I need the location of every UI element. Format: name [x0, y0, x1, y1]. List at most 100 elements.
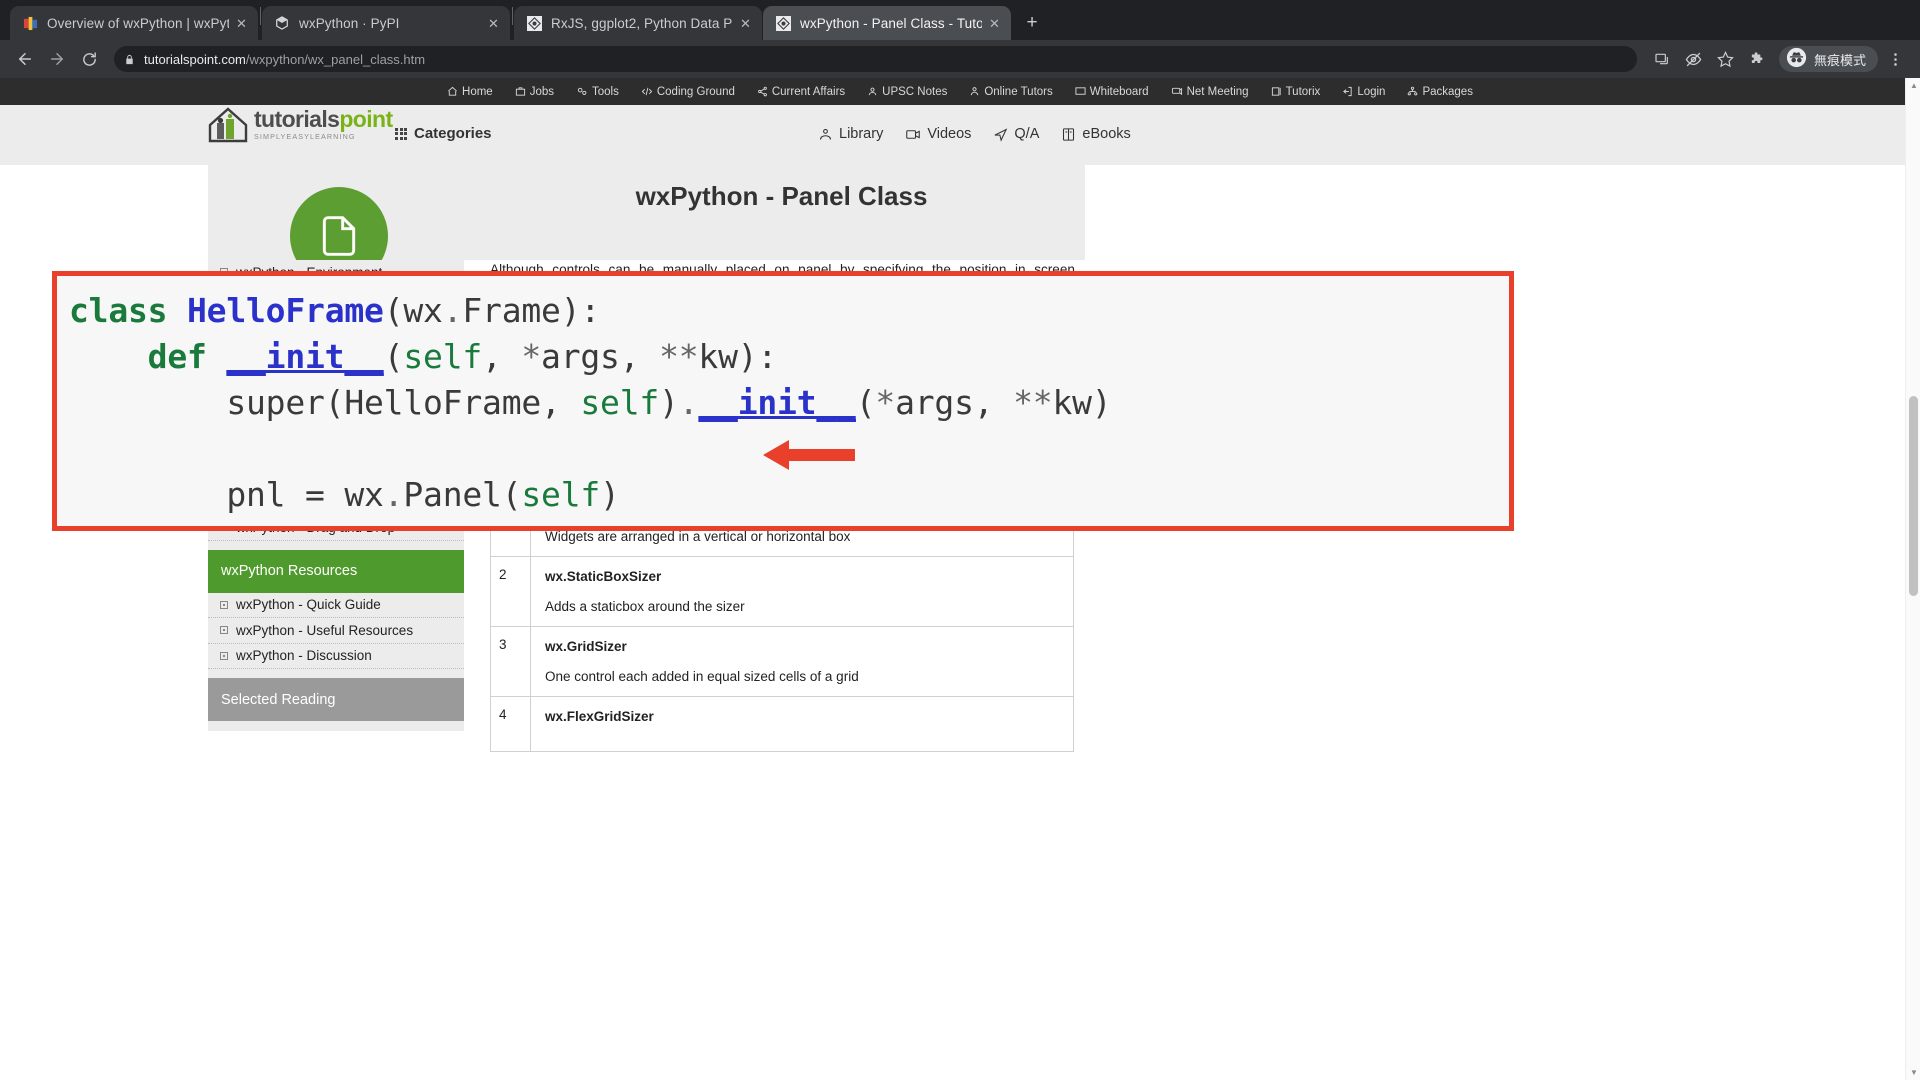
top-nav-item-label: Tools	[592, 85, 619, 98]
top-nav-item-online-tutors[interactable]: Online Tutors	[958, 86, 1063, 98]
gears-icon	[576, 86, 588, 97]
code-token: kw):	[698, 337, 778, 376]
top-nav-item-tutorix[interactable]: Tutorix	[1260, 86, 1332, 98]
code-line-4: pnl = wx.Panel(self)	[69, 472, 1509, 518]
close-icon[interactable]: ✕	[737, 15, 754, 32]
top-nav-item-whiteboard[interactable]: Whiteboard	[1064, 86, 1160, 98]
code-block: class HelloFrame(wx.Frame): def __init__…	[69, 288, 1509, 518]
header-link-label: Q/A	[1014, 126, 1040, 142]
tab-strip: Overview of wxPython | wxPyth ✕ wxPython…	[0, 0, 1920, 40]
tab-title: wxPython - Panel Class - Tutor	[800, 15, 982, 31]
top-nav-item-label: Packages	[1422, 85, 1473, 98]
top-nav-item-login[interactable]: Login	[1331, 86, 1396, 98]
incognito-indicator[interactable]: 無痕模式	[1778, 46, 1878, 72]
reload-icon[interactable]	[74, 44, 104, 74]
tab-divider	[512, 7, 513, 25]
code-token: *	[521, 337, 542, 376]
top-nav-item-home[interactable]: Home	[436, 86, 504, 98]
close-icon[interactable]: ✕	[986, 15, 1003, 32]
top-nav-item-label: Login	[1357, 85, 1386, 98]
header-link-library[interactable]: Library	[818, 126, 883, 142]
briefcase-icon	[515, 86, 526, 97]
sizer-name: wx.FlexGridSizer	[545, 708, 654, 724]
site-header: tutorialspoint SIMPLYEASYLEARNING Catego…	[0, 105, 1920, 242]
code-token: Panel(	[403, 475, 522, 514]
top-nav-item-jobs[interactable]: Jobs	[504, 86, 565, 98]
top-nav-item-label: Net Meeting	[1186, 85, 1249, 98]
close-icon[interactable]: ✕	[485, 15, 502, 32]
sizer-name: wx.GridSizer	[545, 638, 627, 654]
puzzle-icon[interactable]	[1743, 44, 1773, 74]
code-token: (	[383, 337, 404, 376]
categories-menu[interactable]: Categories	[395, 125, 492, 142]
tab-title: RxJS, ggplot2, Python Data Pe	[551, 15, 733, 31]
sizer-description: Adds a staticbox around the sizer	[545, 598, 745, 614]
sidebar-item-wxpython-quick-guide[interactable]: wxPython - Quick Guide	[208, 593, 464, 618]
code-line-1: def __init__(self, *args, **kw):	[69, 334, 1509, 380]
header-link-q-a[interactable]: Q/A	[993, 126, 1039, 142]
table-row: 4 wx.FlexGridSizer	[490, 695, 1074, 752]
pypi-icon	[274, 15, 290, 31]
top-nav-item-label: Home	[462, 85, 493, 98]
grid-icon	[395, 127, 407, 140]
library-icon	[818, 127, 833, 142]
top-nav-item-packages[interactable]: Packages	[1396, 86, 1484, 98]
url-text: tutorialspoint.com/wxpython/wx_panel_cla…	[144, 52, 425, 67]
logo-wordmark: tutorialspoint SIMPLYEASYLEARNING	[254, 105, 393, 140]
top-nav-item-upsc-notes[interactable]: UPSC Notes	[856, 86, 958, 98]
browser-tab-1[interactable]: wxPython · PyPI ✕	[262, 6, 510, 40]
home-icon	[447, 86, 458, 97]
browser-toolbar: tutorialspoint.com/wxpython/wx_panel_cla…	[0, 40, 1920, 78]
address-bar[interactable]: tutorialspoint.com/wxpython/wx_panel_cla…	[114, 46, 1637, 72]
three-dot-menu-icon[interactable]	[1880, 44, 1910, 74]
forward-arrow-icon[interactable]	[42, 44, 72, 74]
header-link-videos[interactable]: Videos	[905, 126, 971, 142]
table-cell-description: wx.FlexGridSizer	[530, 695, 1074, 752]
code-token: ,	[482, 337, 522, 376]
top-nav-item-coding-ground[interactable]: Coding Ground	[630, 86, 746, 98]
star-icon[interactable]	[1711, 44, 1741, 74]
cast-icon[interactable]	[1647, 44, 1677, 74]
eye-off-icon[interactable]	[1679, 44, 1709, 74]
browser-window: Overview of wxPython | wxPyth ✕ wxPython…	[0, 0, 1920, 1080]
tutorialspoint-icon	[775, 15, 791, 31]
page-scrollbar[interactable]: ▲ ▼	[1905, 78, 1920, 1080]
browser-tab-2[interactable]: RxJS, ggplot2, Python Data Pe ✕	[514, 6, 762, 40]
sidebar-item-wxpython-useful-resources[interactable]: wxPython - Useful Resources	[208, 618, 464, 644]
toolbar-right-group: 無痕模式	[1647, 44, 1910, 74]
board-icon	[1075, 86, 1086, 97]
sidebar-item-wxpython-discussion[interactable]: wxPython - Discussion	[208, 644, 464, 669]
close-icon[interactable]: ✕	[233, 15, 250, 32]
package-icon	[1407, 86, 1418, 97]
table-cell-sn: 4	[490, 695, 531, 752]
code-token: self	[580, 383, 660, 422]
code-token: **	[1013, 383, 1053, 422]
code-token: .	[442, 291, 463, 330]
tutorix-icon	[1271, 86, 1282, 97]
scroll-up-arrow[interactable]: ▲	[1910, 81, 1918, 90]
back-arrow-icon[interactable]	[10, 44, 40, 74]
top-nav-item-label: Whiteboard	[1089, 85, 1149, 98]
top-nav-item-tools[interactable]: Tools	[565, 86, 630, 98]
meeting-icon	[1171, 86, 1183, 97]
scroll-down-arrow[interactable]: ▼	[1910, 1068, 1918, 1077]
sizer-description: One control each added in equal sized ce…	[545, 668, 859, 684]
top-nav-item-label: Coding Ground	[656, 85, 735, 98]
top-nav-item-net-meeting[interactable]: Net Meeting	[1160, 86, 1260, 98]
header-link-ebooks[interactable]: eBooks	[1061, 126, 1131, 142]
code-token: args,	[541, 337, 660, 376]
tab-title: wxPython · PyPI	[299, 15, 400, 31]
code-line-0: class HelloFrame(wx.Frame):	[69, 288, 1509, 334]
logo-word-2: point	[339, 105, 393, 132]
top-nav-items: Home Jobs Tools Coding Ground Current Affair…	[436, 86, 1484, 98]
top-nav-item-current-affairs[interactable]: Current Affairs	[746, 86, 856, 98]
table-row: 2 wx.StaticBoxSizer Adds a staticbox aroun…	[490, 555, 1074, 627]
browser-tab-3-active[interactable]: wxPython - Panel Class - Tutor ✕	[763, 6, 1011, 40]
site-logo[interactable]: tutorialspoint SIMPLYEASYLEARNING	[205, 101, 393, 147]
new-tab-button[interactable]: +	[1018, 9, 1046, 37]
scrollbar-thumb[interactable]	[1909, 396, 1918, 596]
code-token: pnl = wx	[69, 475, 384, 514]
browser-tab-0[interactable]: Overview of wxPython | wxPyth ✕	[10, 6, 258, 40]
url-host: tutorialspoint.com	[144, 51, 246, 67]
